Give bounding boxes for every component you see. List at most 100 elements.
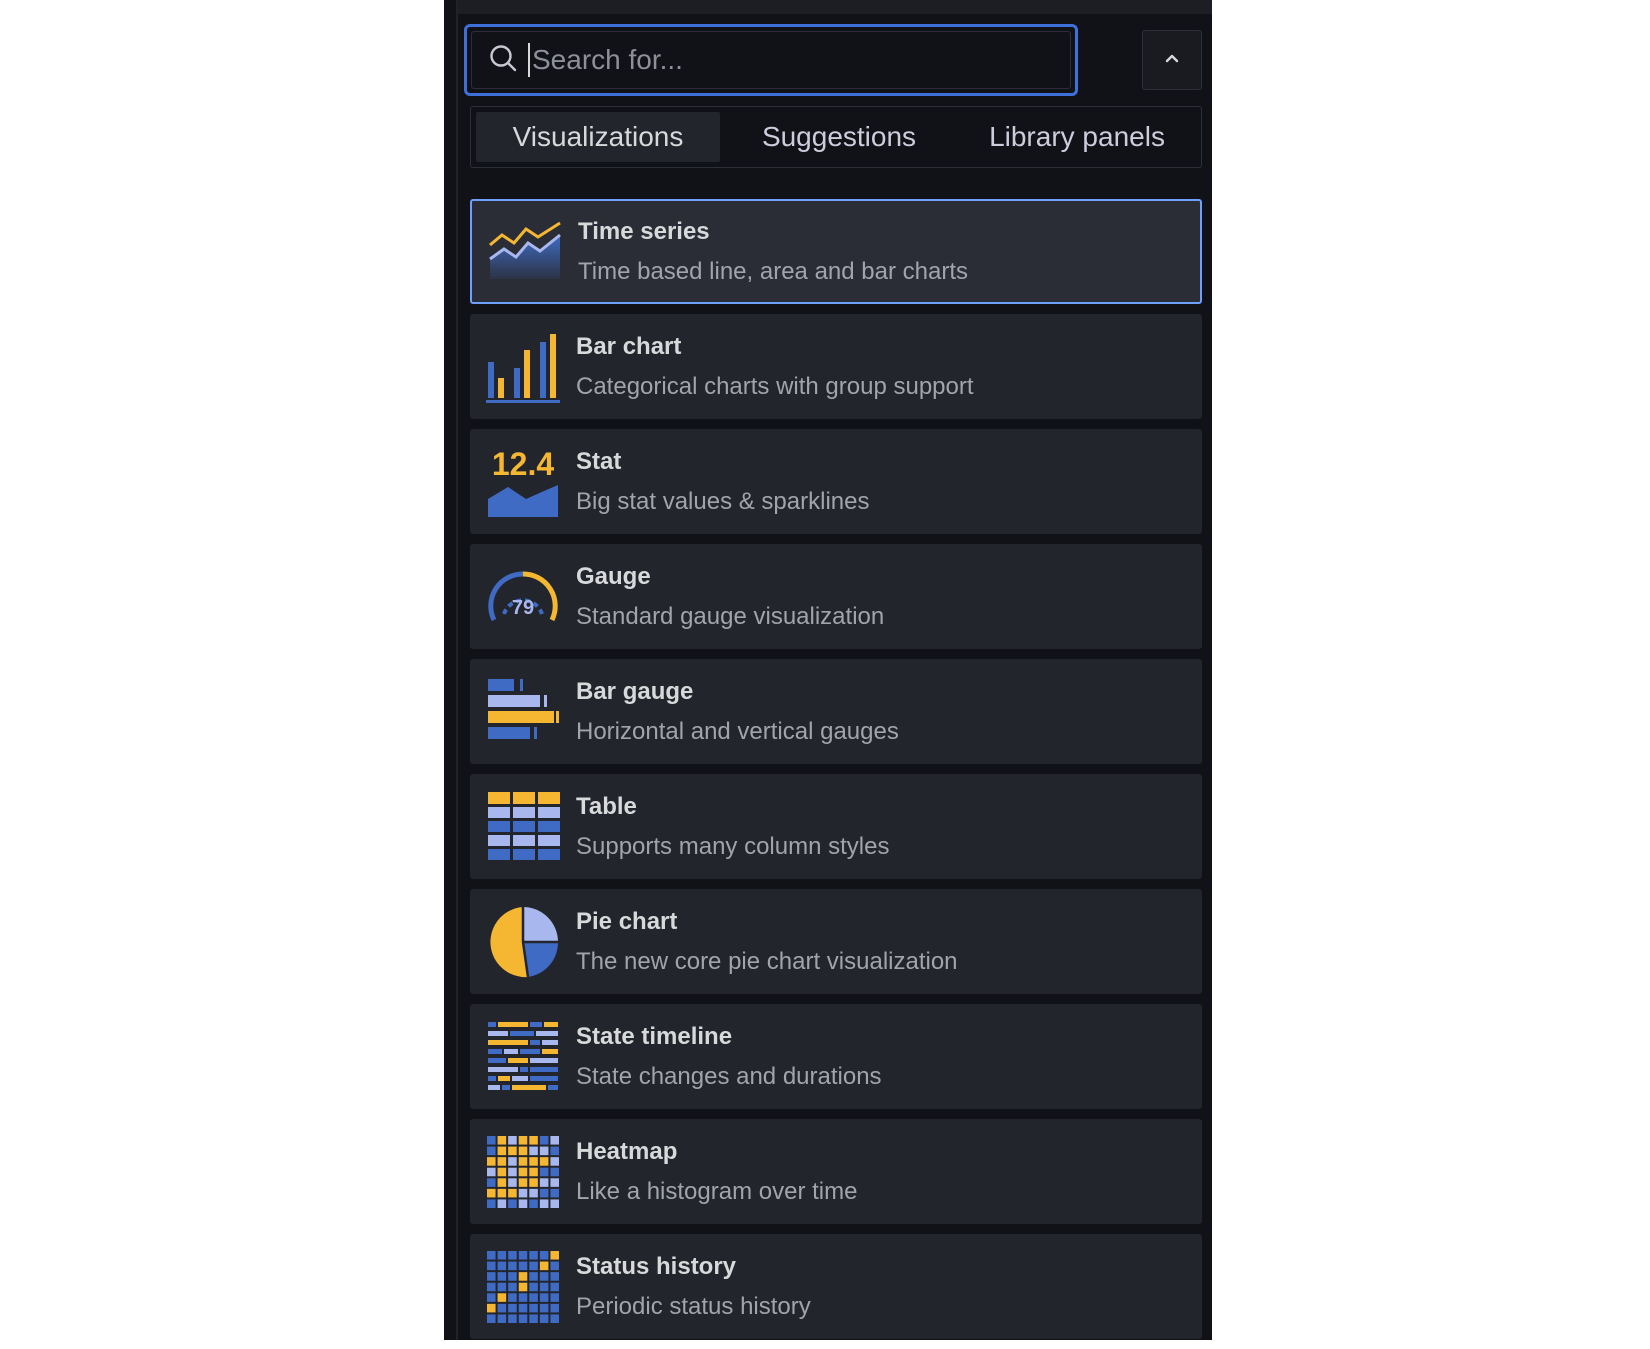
status-history-icon-cell	[487, 1292, 496, 1302]
status-history-icon-cell	[497, 1303, 507, 1312]
stat-icon: 12.4	[486, 445, 560, 519]
status-history-icon-cell	[487, 1303, 496, 1312]
status-history-icon-cell	[550, 1271, 559, 1281]
viz-description: Standard gauge visualization	[576, 602, 885, 630]
search-field-wrapper	[471, 31, 1071, 89]
viz-name: Stat	[576, 447, 622, 475]
heatmap-icon-cell	[529, 1146, 538, 1155]
heatmap-icon-cell	[508, 1177, 517, 1187]
heatmap-icon-cell	[550, 1177, 559, 1187]
viz-description: Categorical charts with group support	[576, 372, 974, 400]
viz-card-heatmap[interactable]: Heatmap Like a histogram over time	[470, 1119, 1202, 1224]
heatmap-icon-cell	[497, 1146, 507, 1155]
status-history-icon-cell	[539, 1282, 549, 1291]
status-history-icon-cell	[550, 1261, 559, 1270]
heatmap-icon-cell	[550, 1156, 559, 1166]
status-history-icon-cell	[518, 1271, 528, 1281]
heatmap-icon-cell	[497, 1188, 507, 1197]
status-history-icon-cell	[487, 1313, 496, 1323]
viz-card-stat[interactable]: 12.4 Stat Big stat values & sparklines	[470, 429, 1202, 534]
status-history-icon-cell	[487, 1282, 496, 1291]
heatmap-icon-cell	[508, 1188, 517, 1197]
status-history-icon-cell	[508, 1271, 517, 1281]
viz-name: Bar chart	[576, 332, 682, 360]
status-history-icon-cell	[550, 1303, 559, 1312]
heatmap-icon-cell	[508, 1156, 517, 1166]
status-history-icon-cell	[529, 1261, 538, 1270]
heatmap-icon-cell	[487, 1146, 496, 1155]
heatmap-icon-cell	[539, 1135, 549, 1145]
viz-card-table[interactable]: Table Supports many column styles	[470, 774, 1202, 879]
heatmap-icon-cell	[529, 1135, 538, 1145]
heatmap-icon-cell	[497, 1156, 507, 1166]
collapse-button[interactable]	[1142, 30, 1202, 90]
status-history-icon-cell	[518, 1303, 528, 1312]
viz-card-state-timeline[interactable]: State timeline State changes and duratio…	[470, 1004, 1202, 1109]
visualization-picker-panel: Visualizations Suggestions Library panel…	[444, 0, 1212, 1340]
status-history-icon-cell	[508, 1313, 517, 1323]
viz-name: Pie chart	[576, 907, 678, 935]
heatmap-icon-cell	[497, 1177, 507, 1187]
status-history-icon-cell	[487, 1261, 496, 1270]
heatmap-icon-cell	[529, 1167, 538, 1176]
heatmap-icon-cell	[550, 1167, 559, 1176]
viz-description: Horizontal and vertical gauges	[576, 717, 899, 745]
heatmap-icon-cell	[539, 1156, 549, 1166]
panel-top-edge	[456, 0, 1212, 14]
chevron-up-icon	[1163, 51, 1181, 69]
tab-library-panels[interactable]: Library panels	[958, 112, 1196, 162]
status-history-icon-cell	[539, 1292, 549, 1302]
status-history-icon-cell	[497, 1313, 507, 1323]
heatmap-icon-cell	[518, 1135, 528, 1145]
heatmap-icon-cell	[487, 1188, 496, 1197]
viz-card-time-series[interactable]: Time series Time based line, area and ba…	[470, 199, 1202, 304]
status-history-icon-cell	[529, 1313, 538, 1323]
status-history-icon-cell	[508, 1282, 517, 1291]
status-history-icon-cell	[550, 1313, 559, 1323]
heatmap-icon-cell	[518, 1156, 528, 1166]
viz-name: Heatmap	[576, 1137, 678, 1165]
heatmap-icon-cell	[539, 1188, 549, 1197]
gauge-icon: 79	[486, 560, 560, 634]
viz-card-pie-chart[interactable]: Pie chart The new core pie chart visuali…	[470, 889, 1202, 994]
bar-gauge-icon	[486, 675, 560, 749]
viz-card-gauge[interactable]: 79 Gauge Standard gauge visualization	[470, 544, 1202, 649]
viz-name: Gauge	[576, 562, 651, 590]
status-history-icon-cell	[518, 1282, 528, 1291]
viz-name: State timeline	[576, 1022, 733, 1050]
viz-card-bar-gauge[interactable]: Bar gauge Horizontal and vertical gauges	[470, 659, 1202, 764]
visualization-list: Time series Time based line, area and ba…	[470, 199, 1202, 1349]
viz-card-status-history[interactable]: Status history Periodic status history	[470, 1234, 1202, 1339]
viz-name: Bar gauge	[576, 677, 694, 705]
tab-suggestions[interactable]: Suggestions	[720, 112, 958, 162]
status-history-icon-cell	[550, 1282, 559, 1291]
search-input[interactable]	[528, 43, 1070, 77]
time-series-icon	[488, 215, 562, 289]
viz-description: The new core pie chart visualization	[576, 947, 958, 975]
heatmap-icon-cell	[539, 1146, 549, 1155]
heatmap-icon-cell	[508, 1135, 517, 1145]
gauge-icon-value: 79	[512, 597, 534, 619]
heatmap-icon-cell	[497, 1167, 507, 1176]
status-history-icon-cell	[539, 1313, 549, 1323]
viz-card-bar-chart[interactable]: Bar chart Categorical charts with group …	[470, 314, 1202, 419]
heatmap-icon-cell	[497, 1135, 507, 1145]
heatmap-icon-cell	[518, 1146, 528, 1155]
status-history-icon-cell	[529, 1250, 538, 1260]
heatmap-icon-cell	[550, 1146, 559, 1155]
heatmap-icon-cell	[487, 1167, 496, 1176]
status-history-icon-cell	[550, 1292, 559, 1302]
status-history-icon-cell	[539, 1303, 549, 1312]
heatmap-icon-cell	[539, 1177, 549, 1187]
heatmap-icon-cell	[518, 1198, 528, 1208]
viz-name: Status history	[576, 1252, 737, 1280]
status-history-icon-cell	[529, 1271, 538, 1281]
heatmap-icon-cell	[539, 1167, 549, 1176]
tab-visualizations[interactable]: Visualizations	[476, 112, 720, 162]
viz-name: Time series	[578, 217, 710, 245]
status-history-icon-cell	[497, 1250, 507, 1260]
heatmap-icon-cell	[508, 1167, 517, 1176]
heatmap-icon-cell	[487, 1135, 496, 1145]
status-history-icon-cell	[508, 1250, 517, 1260]
heatmap-icon-cell	[529, 1198, 538, 1208]
